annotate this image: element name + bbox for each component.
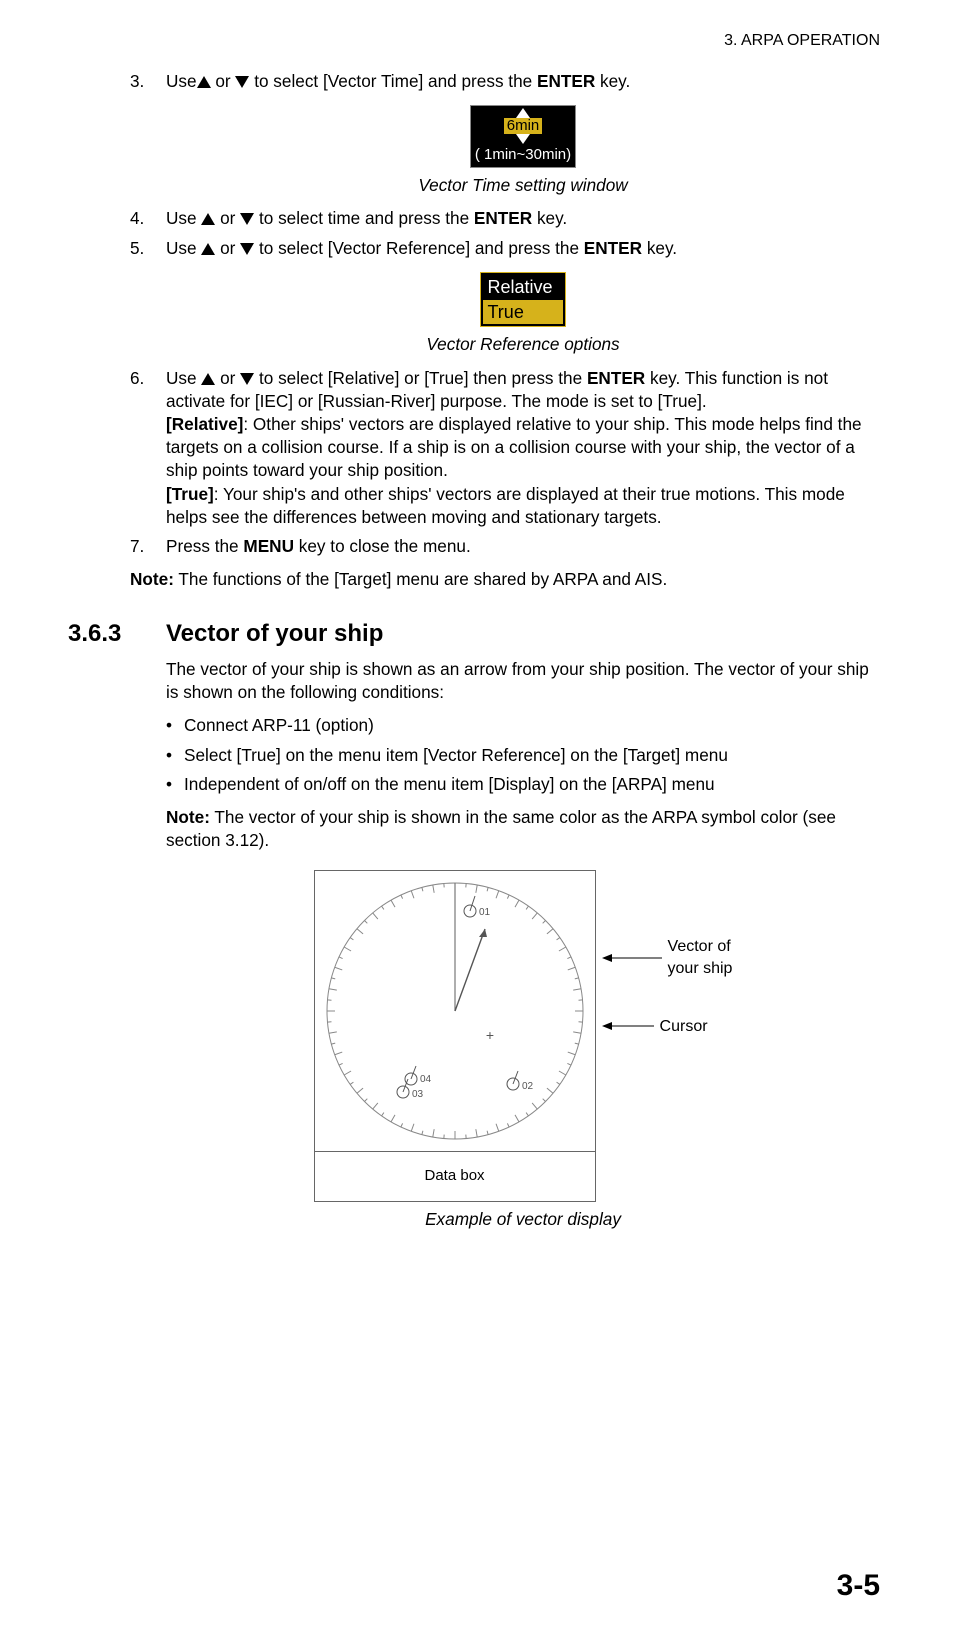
step-6: 6. Use or to select [Relative] or [True]… <box>130 367 880 530</box>
callout-cursor: Cursor <box>602 1016 733 1038</box>
step-number: 3. <box>130 70 144 93</box>
step-text: or <box>215 208 240 228</box>
step-list: 3. Use or to select [Vector Time] and pr… <box>130 70 880 559</box>
bullet-list: Connect ARP-11 (option) Select [True] on… <box>166 714 880 796</box>
key-name: ENTER <box>537 71 595 91</box>
page-number: 3-5 <box>837 1566 880 1607</box>
key-name: ENTER <box>584 238 642 258</box>
figure-caption: Vector Reference options <box>166 333 880 356</box>
arrow-down-icon <box>471 134 575 144</box>
triangle-up-icon <box>201 243 215 255</box>
vector-time-window: 6min ( 1min~30min) <box>470 105 576 168</box>
note-text: The vector of your ship is shown in the … <box>166 807 836 850</box>
target-label: 03 <box>412 1089 424 1100</box>
step-text: to select [Relative] or [True] then pres… <box>254 368 587 388</box>
vector-reference-window-figure: Relative True <box>166 272 880 328</box>
callout-text: Cursor <box>660 1016 708 1038</box>
key-name: ENTER <box>474 208 532 228</box>
callout-vector: Vector of your ship <box>602 936 733 979</box>
figure-caption: Example of vector display <box>166 1208 880 1231</box>
section-heading: 3.6.3 Vector of your ship <box>68 618 880 650</box>
triangle-up-icon <box>201 373 215 385</box>
step-text: key to close the menu. <box>294 536 471 556</box>
vector-time-value: 6min <box>504 118 543 134</box>
radar-databox-label: Data box <box>315 1151 595 1200</box>
step-text: or <box>215 368 240 388</box>
note-label: Note: <box>130 569 174 589</box>
section-intro: The vector of your ship is shown as an a… <box>166 658 880 704</box>
figure-caption: Vector Time setting window <box>166 174 880 197</box>
radar-screen: + 01 02 03 <box>315 871 595 1151</box>
vector-ref-option-relative: Relative <box>483 275 562 299</box>
callout-text: Vector of <box>668 938 731 955</box>
vector-time-window-figure: 6min ( 1min~30min) <box>166 105 880 168</box>
note-label: Note: <box>166 807 210 827</box>
triangle-down-icon <box>240 213 254 225</box>
figure-callouts: Vector of your ship Cursor <box>602 870 733 1037</box>
key-name: ENTER <box>587 368 645 388</box>
step-number: 7. <box>130 535 144 558</box>
step-text: Use <box>166 71 197 91</box>
radar-figure: + 01 02 03 <box>166 870 880 1201</box>
step-number: 5. <box>130 237 144 260</box>
running-header: 3. ARPA OPERATION <box>68 30 880 52</box>
triangle-up-icon <box>197 76 211 88</box>
radar-panel: + 01 02 03 <box>314 870 596 1201</box>
step-5: 5. Use or to select [Vector Reference] a… <box>130 237 880 357</box>
mode-text-true: : Your ship's and other ships' vectors a… <box>166 484 845 527</box>
step-text: or <box>215 238 240 258</box>
step-text: to select time and press the <box>254 208 474 228</box>
section-number: 3.6.3 <box>68 618 166 650</box>
triangle-down-icon <box>240 373 254 385</box>
step-3: 3. Use or to select [Vector Time] and pr… <box>130 70 880 198</box>
triangle-down-icon <box>235 76 249 88</box>
list-item: Independent of on/off on the menu item [… <box>166 773 880 796</box>
step-7: 7. Press the MENU key to close the menu. <box>130 535 880 558</box>
step-4: 4. Use or to select time and press the E… <box>130 207 880 230</box>
vector-time-value-row: 6min <box>471 118 575 134</box>
section-body: The vector of your ship is shown as an a… <box>166 658 880 1231</box>
step-text: to select [Vector Reference] and press t… <box>254 238 584 258</box>
mode-label-true: [True] <box>166 484 214 504</box>
list-item: Select [True] on the menu item [Vector R… <box>166 744 880 767</box>
vector-ref-option-true: True <box>483 300 562 324</box>
note-paragraph: Note: The vector of your ship is shown i… <box>166 806 880 852</box>
vector-reference-window: Relative True <box>480 272 565 328</box>
key-name: MENU <box>243 536 294 556</box>
svg-text:+: + <box>485 1027 493 1043</box>
arrow-left-icon <box>602 952 662 964</box>
step-text: or <box>211 71 236 91</box>
section-title: Vector of your ship <box>166 618 383 650</box>
step-number: 4. <box>130 207 144 230</box>
arrow-up-icon <box>471 106 575 118</box>
step-text: key. <box>532 208 567 228</box>
list-item: Connect ARP-11 (option) <box>166 714 880 737</box>
step-text: Use <box>166 238 201 258</box>
note-text: The functions of the [Target] menu are s… <box>174 569 667 589</box>
step-text: key. <box>595 71 630 91</box>
mode-text-relative: : Other ships' vectors are displayed rel… <box>166 414 862 480</box>
vector-time-range: ( 1min~30min) <box>471 144 575 167</box>
step-text: Use <box>166 368 201 388</box>
step-text: Press the <box>166 536 243 556</box>
step-text: Use <box>166 208 201 228</box>
page: 3. ARPA OPERATION 3. Use or to select [V… <box>0 0 972 1640</box>
step-text: to select [Vector Time] and press the <box>249 71 537 91</box>
target-label: 02 <box>522 1081 534 1092</box>
step-number: 6. <box>130 367 144 390</box>
triangle-up-icon <box>201 213 215 225</box>
target-label: 04 <box>420 1074 432 1085</box>
note-paragraph: Note: The functions of the [Target] menu… <box>130 568 880 591</box>
triangle-down-icon <box>240 243 254 255</box>
step-text: key. <box>642 238 677 258</box>
target-label: 01 <box>479 907 491 918</box>
callout-text: your ship <box>668 960 733 977</box>
arrow-left-icon <box>602 1020 654 1032</box>
mode-label-relative: [Relative] <box>166 414 243 434</box>
